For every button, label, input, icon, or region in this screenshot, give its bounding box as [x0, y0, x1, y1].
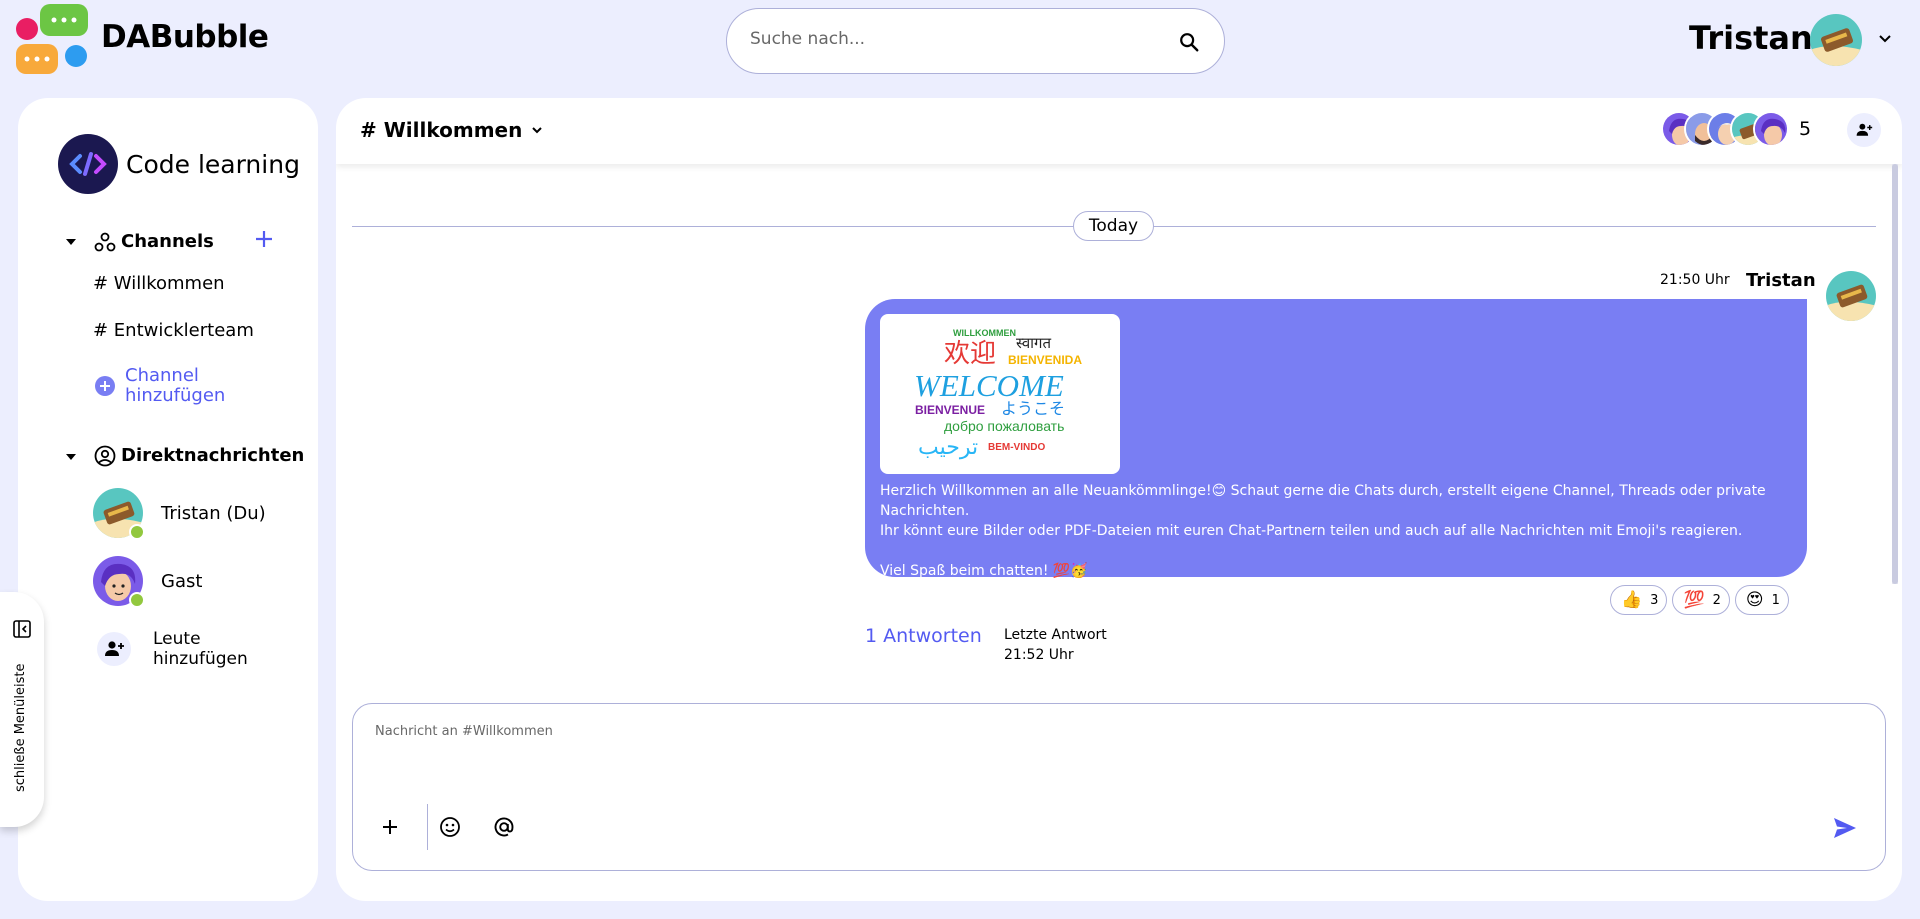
word-bem-vindo: BEM-VINDO [988, 442, 1045, 453]
thread-replies-link[interactable]: 1 Antworten [865, 625, 982, 647]
dm-item-gast[interactable]: Gast [93, 556, 203, 608]
add-attachment-button[interactable] [375, 812, 405, 842]
search-icon[interactable] [1178, 31, 1200, 53]
reactions: 👍 3 💯 2 😍 1 [1610, 585, 1789, 615]
message-text: Herzlich Willkommen an alle Neuankömmlin… [880, 481, 1800, 581]
chat-header: # Willkommen 5 [336, 98, 1902, 164]
message-line: Ihr könnt eure Bilder oder PDF-Dateien m… [880, 523, 1743, 539]
avatar [93, 556, 145, 608]
word-hindi: स्वागत [1016, 335, 1052, 352]
online-status-dot [129, 524, 145, 540]
word-bienvenue: BIENVENUE [915, 403, 985, 417]
reaction-count: 2 [1712, 592, 1721, 608]
workspace-name: Code learning [126, 150, 300, 179]
add-member-button[interactable] [1847, 113, 1881, 147]
word-arabic: ترحيب [918, 434, 978, 460]
channels-title[interactable]: Channels [121, 231, 214, 252]
channel-title-button[interactable]: # Willkommen [360, 118, 544, 142]
word-russian: добро пожаловать [944, 418, 1064, 434]
emoji-icon [440, 817, 460, 837]
word-chinese: 欢迎 [944, 338, 996, 368]
search-bar[interactable] [726, 8, 1225, 74]
add-people-button[interactable]: Leute hinzufügen [97, 629, 248, 669]
account-circle-icon [94, 445, 116, 467]
heart-eyes-icon: 😍 [1745, 590, 1764, 610]
word-bienvenida: BIENVENIDA [1008, 353, 1082, 367]
close-menu-toggle[interactable]: schließe Menüleiste [0, 592, 44, 827]
message-author[interactable]: Tristan [1746, 270, 1816, 291]
workspace-logo [58, 134, 118, 194]
word-japanese: ようこそ [1001, 401, 1065, 418]
person-add-icon [1856, 123, 1873, 136]
add-channel-plus-icon[interactable] [253, 228, 275, 250]
send-icon[interactable] [1831, 814, 1859, 842]
app-brand: DABubble [101, 19, 269, 55]
channels-icon [94, 232, 116, 252]
dm-name: Tristan (Du) [161, 502, 266, 524]
sidebar: Code learning Channels # Willkommen # En… [18, 98, 318, 901]
current-user-avatar[interactable] [1810, 14, 1862, 66]
dabubble-logo [16, 4, 88, 74]
channel-members[interactable]: 5 [1661, 111, 1811, 147]
at-sign-icon [494, 817, 514, 837]
sidebar-collapse-icon [13, 620, 31, 638]
thumbs-up-icon: 👍 [1621, 590, 1643, 610]
channel-item-willkommen[interactable]: # Willkommen [93, 273, 225, 294]
add-people-label: Leute [153, 629, 201, 649]
mention-button[interactable] [489, 812, 519, 842]
composer-divider [427, 804, 428, 850]
reaction-count: 3 [1650, 592, 1659, 608]
message-input[interactable] [375, 724, 1675, 739]
person-add-icon [97, 632, 131, 666]
add-people-label-2: hinzufügen [153, 649, 248, 669]
add-circle-icon [95, 376, 115, 396]
message-line: Viel Spaß beim chatten! 💯🥳 [880, 563, 1088, 579]
welcome-image[interactable]: WILLKOMMEN स्वागत 欢迎 BIENVENIDA WELCOME … [880, 314, 1120, 474]
chat-panel: # Willkommen 5 Today 21:50 Uhr Tristan W… [336, 98, 1902, 901]
dm-item-tristan[interactable]: Tristan (Du) [93, 488, 266, 540]
word-willkommen: WILLKOMMEN [953, 328, 1016, 338]
reaction-count: 1 [1771, 592, 1780, 608]
reaction-hundred[interactable]: 💯 2 [1672, 585, 1730, 615]
caret-down-icon[interactable] [65, 453, 77, 461]
add-channel-label-2: hinzufügen [125, 385, 226, 406]
chevron-down-icon [532, 127, 543, 134]
channel-title: # Willkommen [360, 118, 523, 142]
member-count: 5 [1799, 118, 1812, 140]
message-author-avatar[interactable] [1826, 271, 1876, 321]
last-reply-label: Letzte Antwort [1004, 627, 1107, 643]
plus-icon [383, 820, 397, 834]
add-channel-label: Channel [125, 365, 199, 386]
word-welcome: WELCOME [914, 368, 1064, 403]
direct-messages-title[interactable]: Direktnachrichten [121, 445, 304, 466]
scrollbar-thumb[interactable] [1892, 164, 1898, 584]
search-input[interactable] [750, 29, 1150, 49]
dm-name: Gast [161, 570, 203, 592]
day-label: Today [1073, 211, 1154, 241]
avatar [93, 488, 145, 540]
scrollbar[interactable] [1892, 164, 1898, 584]
message-bubble[interactable]: WILLKOMMEN स्वागत 欢迎 BIENVENIDA WELCOME … [865, 299, 1807, 579]
add-channel-button[interactable]: Channel hinzufügen [95, 366, 225, 406]
last-reply-info: Letzte Antwort 21:52 Uhr [1004, 625, 1107, 665]
caret-down-icon[interactable] [65, 238, 77, 246]
message-composer [352, 703, 1886, 871]
message-line: Herzlich Willkommen an alle Neuankömmlin… [880, 483, 1766, 519]
online-status-dot [129, 592, 145, 608]
member-avatar [1753, 111, 1789, 147]
reaction-thumbs-up[interactable]: 👍 3 [1610, 585, 1668, 615]
chevron-down-icon[interactable] [1876, 30, 1894, 48]
hundred-points-icon: 💯 [1683, 590, 1705, 610]
reaction-heart-eyes[interactable]: 😍 1 [1734, 585, 1789, 615]
emoji-button[interactable] [435, 812, 465, 842]
channel-item-entwicklerteam[interactable]: # Entwicklerteam [93, 320, 254, 341]
message-time: 21:50 Uhr [1660, 272, 1730, 288]
current-user-name[interactable]: Tristan [1689, 19, 1813, 57]
close-menu-label: schließe Menüleiste [13, 663, 28, 792]
last-reply-time: 21:52 Uhr [1004, 647, 1074, 663]
